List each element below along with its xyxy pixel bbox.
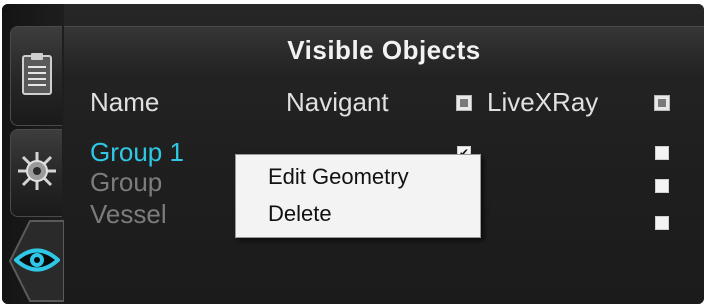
column-header-navigant: Navigant: [286, 87, 389, 117]
livexray-checkbox-group-1[interactable]: [655, 146, 669, 160]
eye-icon: [13, 245, 61, 280]
app-frame: Visible Objects Name Navigant LiveXRay G…: [0, 0, 706, 306]
livexray-checkbox-vessel[interactable]: [655, 216, 669, 230]
object-name-group-1[interactable]: Group 1: [90, 137, 184, 168]
clipboard-icon: [20, 51, 54, 102]
object-name-vessel[interactable]: Vessel: [90, 199, 167, 230]
column-header-livexray: LiveXRay: [487, 87, 599, 117]
gear-icon: [16, 150, 58, 197]
objects-table-area: Visible Objects Name Navigant LiveXRay G…: [64, 4, 704, 304]
menu-item-edit-geometry[interactable]: Edit Geometry: [268, 164, 409, 190]
panel-header: Visible Objects: [64, 26, 704, 72]
column-header-name: Name: [90, 87, 160, 117]
panel-title: Visible Objects: [287, 35, 481, 65]
rail-tab-settings[interactable]: [10, 129, 62, 217]
rail-tab-visibility[interactable]: [8, 219, 65, 303]
rail-tab-clipboard[interactable]: [10, 26, 62, 126]
menu-item-delete[interactable]: Delete: [268, 201, 332, 227]
livexray-select-all-checkbox[interactable]: [654, 95, 670, 111]
navigant-select-all-checkbox[interactable]: [456, 95, 472, 111]
livexray-checkbox-group[interactable]: [655, 179, 669, 193]
visible-objects-panel: Visible Objects Name Navigant LiveXRay G…: [2, 4, 704, 304]
object-name-group[interactable]: Group: [90, 167, 162, 198]
left-rail: [2, 4, 65, 304]
context-menu: Edit Geometry Delete: [235, 154, 481, 238]
